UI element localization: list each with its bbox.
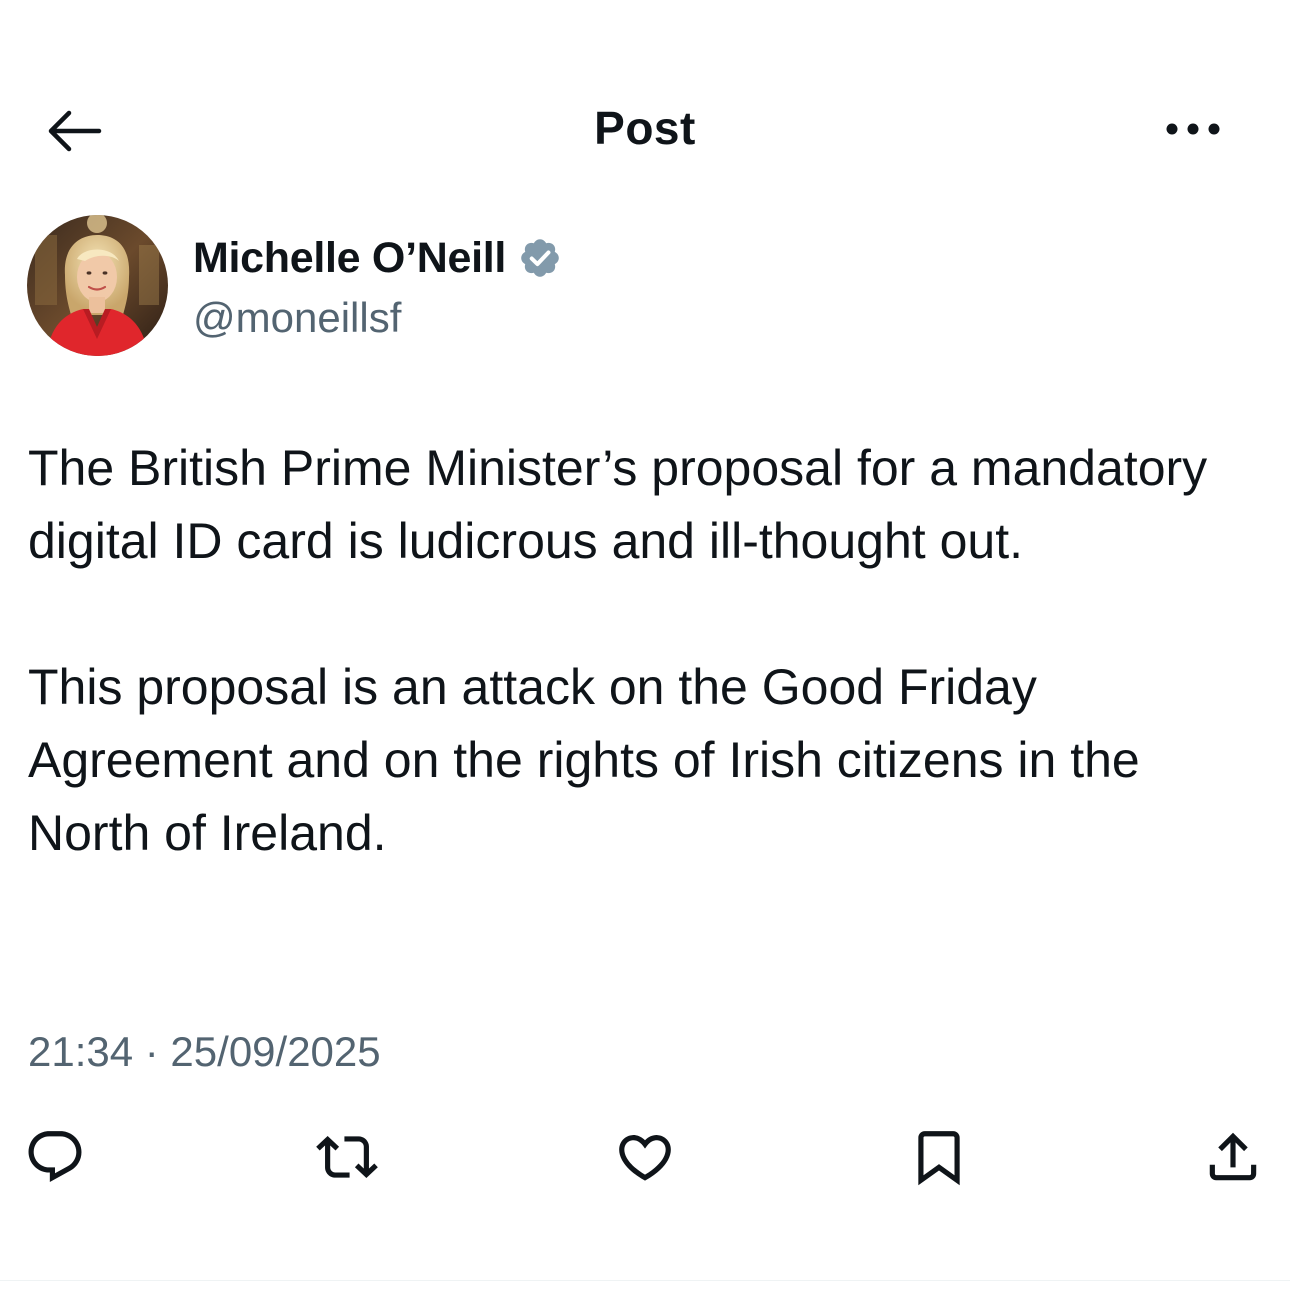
page-title: Post xyxy=(594,102,696,154)
like-button[interactable] xyxy=(610,1122,680,1192)
post-paragraph: This proposal is an attack on the Good F… xyxy=(28,659,1140,861)
share-button[interactable] xyxy=(1198,1122,1268,1192)
more-horizontal-icon xyxy=(1166,123,1220,135)
repost-button[interactable] xyxy=(312,1122,382,1192)
bookmark-button[interactable] xyxy=(904,1122,974,1192)
author-name[interactable]: Michelle O’Neill xyxy=(193,230,506,286)
share-icon xyxy=(1209,1132,1257,1181)
more-options-button[interactable] xyxy=(1158,104,1228,154)
post-paragraph: The British Prime Minister’s proposal fo… xyxy=(28,440,1208,569)
post-text: The British Prime Minister’s proposal fo… xyxy=(28,432,1248,870)
verified-badge-icon xyxy=(518,236,562,280)
repost-icon xyxy=(316,1136,378,1178)
divider xyxy=(0,1280,1290,1281)
avatar-photo xyxy=(27,215,168,356)
post-timestamp[interactable]: 21:34 · 25/09/2025 xyxy=(28,1024,381,1080)
reply-icon xyxy=(28,1131,82,1183)
heart-icon xyxy=(619,1135,671,1181)
bookmark-icon xyxy=(918,1131,960,1186)
reply-button[interactable] xyxy=(20,1122,90,1192)
author-name-row: Michelle O’Neill xyxy=(193,230,562,286)
post-screen: Post Michelle O’Neill @moneillsf The Bri… xyxy=(0,0,1290,1290)
avatar[interactable] xyxy=(27,215,168,356)
author-handle[interactable]: @moneillsf xyxy=(193,292,401,344)
